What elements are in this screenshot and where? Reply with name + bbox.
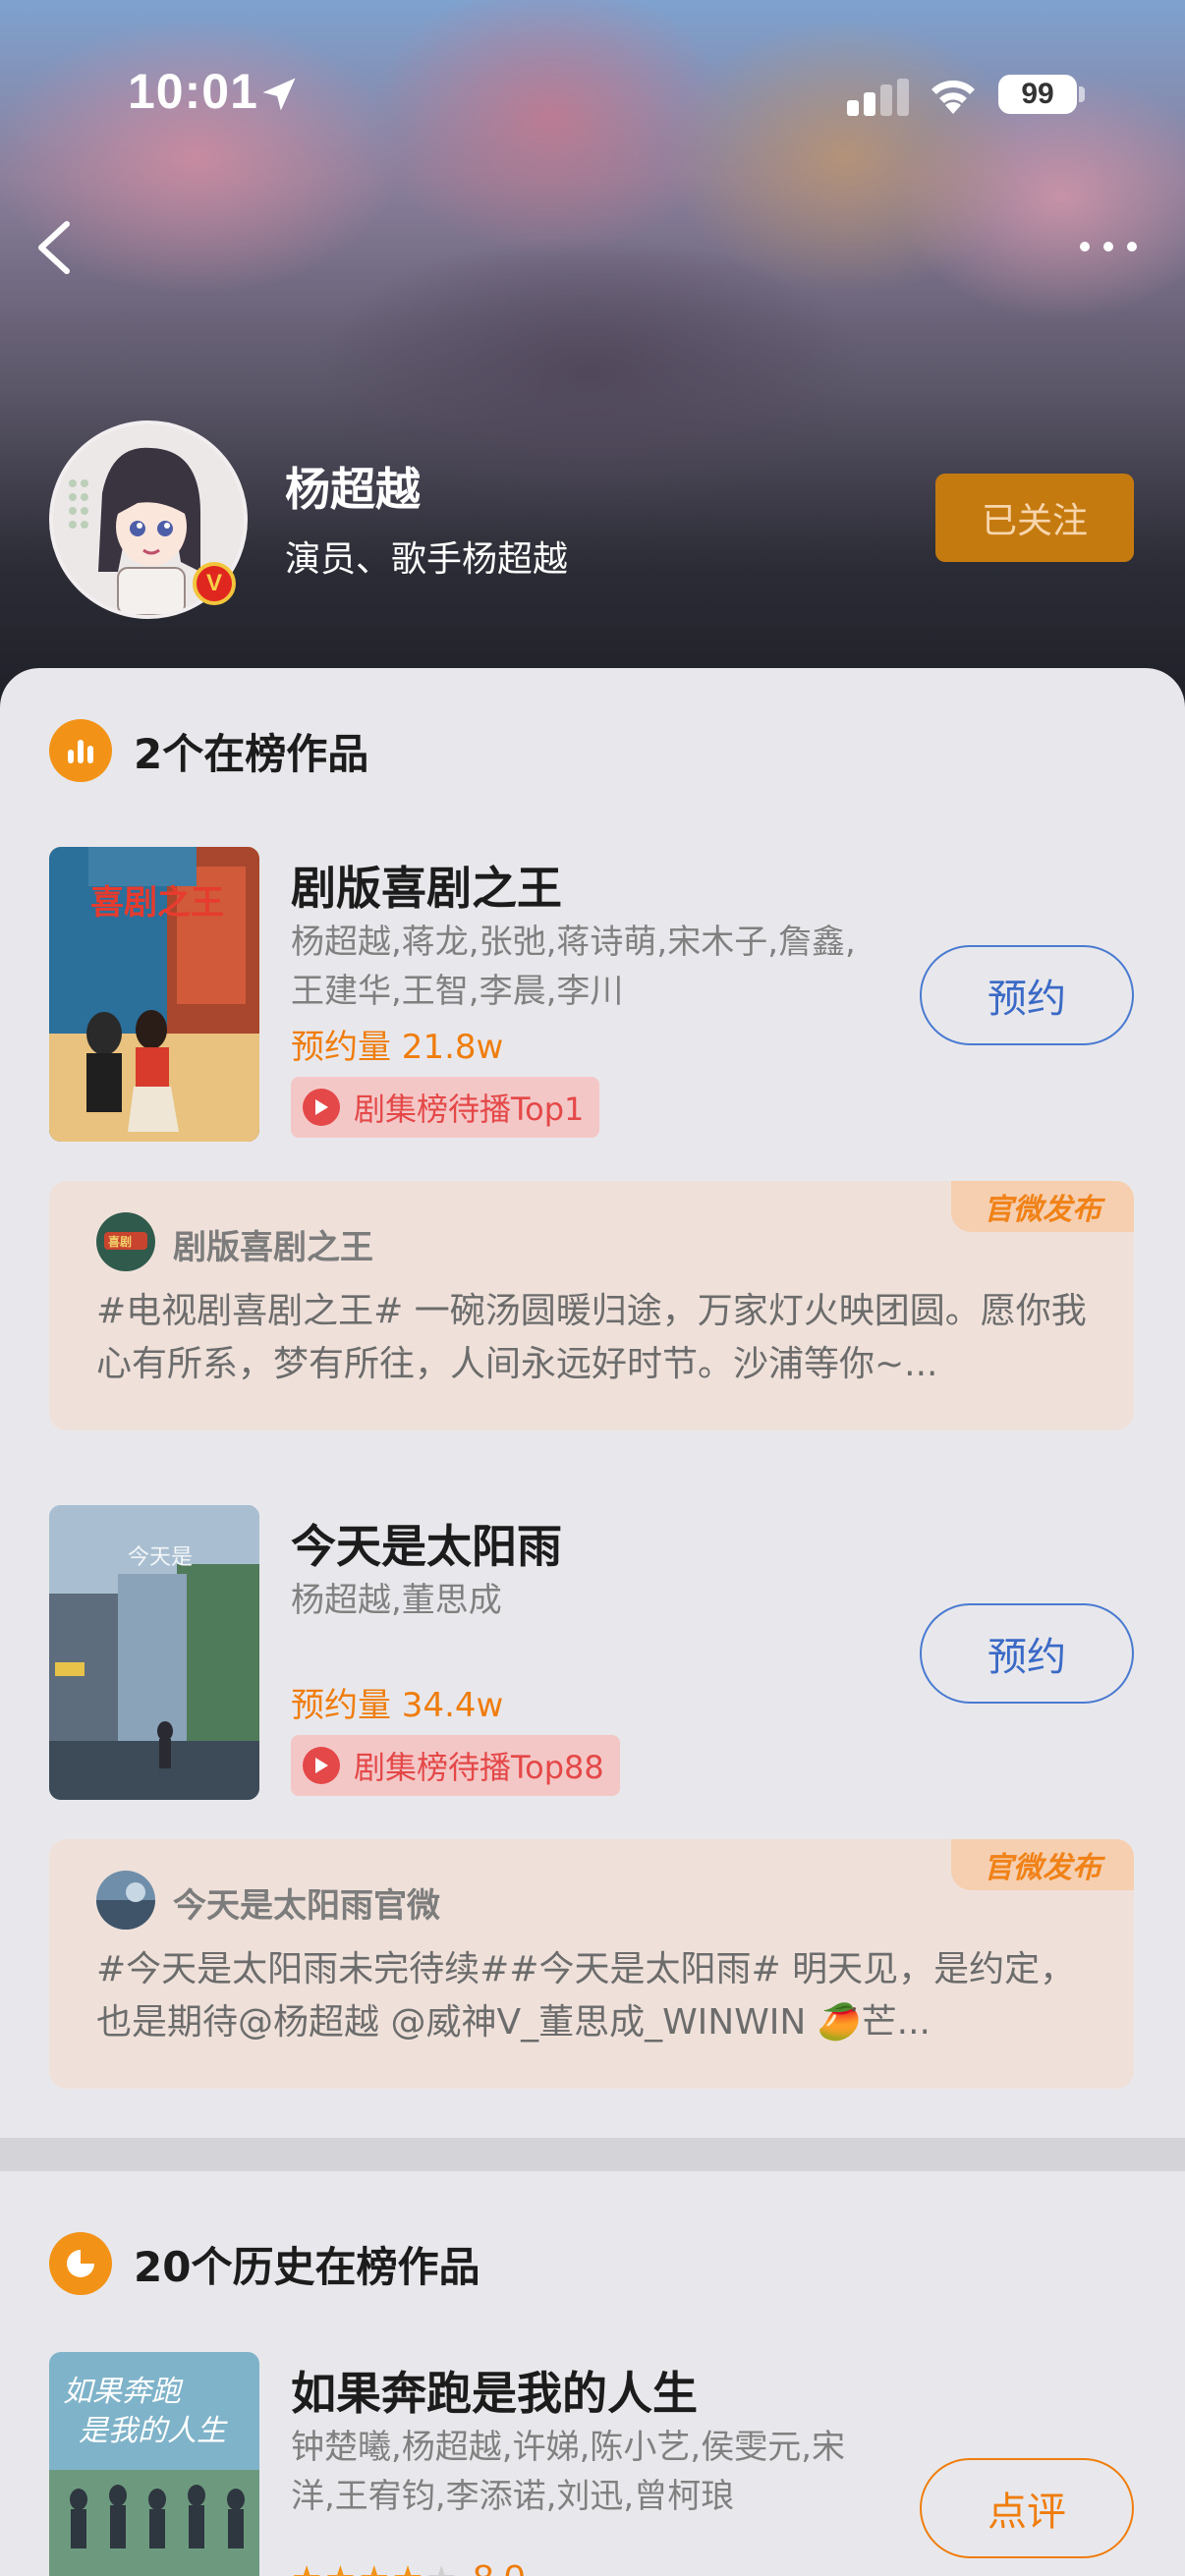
- reserve-button[interactable]: 预约: [920, 945, 1134, 1045]
- svg-text:如果奔跑: 如果奔跑: [63, 2375, 184, 2409]
- rating-score: 8.0: [473, 2558, 525, 2576]
- work-cast: 杨超越,董思成: [291, 1581, 502, 1620]
- reserve-button[interactable]: 预约: [920, 1603, 1134, 1704]
- section-title: 20个历史在榜作品: [134, 2242, 480, 2291]
- star-icon: ★: [324, 2561, 356, 2576]
- poster-image[interactable]: 今天是: [49, 1505, 259, 1800]
- profile-name: 杨超越: [285, 463, 421, 516]
- rank-label: 剧集榜待播Top88: [354, 1749, 604, 1786]
- play-icon: [303, 1747, 340, 1784]
- star-icon: ★: [392, 2561, 423, 2576]
- status-time: 10:01: [128, 64, 258, 119]
- star-empty-icon: ★: [425, 2561, 457, 2576]
- weibo-account-name: 今天是太阳雨官微: [173, 1886, 440, 1926]
- poster-image[interactable]: 如果奔跑 是我的人生: [49, 2352, 259, 2576]
- section-header-on-chart: 2个在榜作品: [49, 719, 368, 782]
- star-icon: ★: [359, 2561, 390, 2576]
- work-title: 如果奔跑是我的人生: [291, 2367, 698, 2420]
- history-section: 20个历史在榜作品 如果奔跑 是我的人生 如果奔跑是我的人生 钟楚曦,杨超越,许…: [0, 2171, 1185, 2576]
- clock-icon: [49, 2232, 112, 2295]
- rank-badge[interactable]: 剧集榜待播Top1: [291, 1077, 600, 1138]
- section-divider: [0, 2138, 1185, 2171]
- bar-chart-icon: [49, 719, 112, 782]
- weibo-post-text: #电视剧喜剧之王# 一碗汤圆暖归途，万家灯火映团圆。愿你我心有所系，梦有所往，人…: [96, 1291, 1087, 1384]
- more-options-icon[interactable]: [1077, 232, 1140, 261]
- on-chart-section: 2个在榜作品 喜剧之王 剧版喜剧之王 杨超越,蒋龙,张弛,蒋诗萌,宋木子,詹鑫,…: [0, 668, 1185, 2142]
- battery-indicator: 99: [998, 75, 1077, 114]
- rating-stars: ★ ★ ★ ★ ★ 8.0: [291, 2558, 525, 2576]
- star-icon: ★: [291, 2561, 322, 2576]
- official-weibo-card[interactable]: 官微发布 喜剧 剧版喜剧之王 #电视剧喜剧之王# 一碗汤圆暖归途，万家灯火映团圆…: [49, 1181, 1134, 1430]
- back-arrow-icon[interactable]: [29, 216, 79, 279]
- verified-badge-icon: V: [193, 562, 236, 605]
- poster-image[interactable]: 喜剧之王: [49, 847, 259, 1142]
- battery-tip: [1079, 86, 1085, 102]
- follow-button[interactable]: 已关注: [935, 474, 1134, 562]
- review-button[interactable]: 点评: [920, 2458, 1134, 2558]
- play-icon: [303, 1089, 340, 1126]
- svg-text:喜剧: 喜剧: [108, 1234, 132, 1249]
- work-cast: 钟楚曦,杨超越,许娣,陈小艺,侯雯元,宋洋,王宥钧,李添诺,刘迅,曾柯琅: [291, 2428, 846, 2516]
- official-weibo-card[interactable]: 官微发布 今天是太阳雨官微 #今天是太阳雨未完待续##今天是太阳雨# 明天见，是…: [49, 1839, 1134, 2089]
- weibo-account-name: 剧版喜剧之王: [173, 1228, 373, 1267]
- weibo-avatar: [96, 1871, 155, 1930]
- section-header-history: 20个历史在榜作品: [49, 2232, 480, 2295]
- status-bar: 10:01 99: [0, 0, 1185, 187]
- cellular-signal-icon: [847, 79, 909, 116]
- reservation-count: 预约量 21.8w: [291, 1028, 504, 1067]
- reservation-count: 预约量 34.4w: [291, 1686, 504, 1725]
- work-item[interactable]: 如果奔跑 是我的人生 如果奔跑是我的人生 钟楚曦,杨超越,许娣,陈小艺,侯雯元,…: [0, 2352, 1185, 2576]
- profile-description: 演员、歌手杨超越: [285, 539, 569, 580]
- rank-badge[interactable]: 剧集榜待播Top88: [291, 1735, 620, 1796]
- section-title: 2个在榜作品: [134, 729, 369, 778]
- weibo-post-text: #今天是太阳雨未完待续##今天是太阳雨# 明天见，是约定，也是期待@杨超越 @威…: [96, 1949, 1076, 2043]
- official-post-tag: 官微发布: [951, 1839, 1134, 1890]
- svg-text:喜剧之王: 喜剧之王: [90, 883, 224, 923]
- location-arrow-icon: [262, 78, 296, 111]
- wifi-icon: [931, 80, 975, 114]
- work-cast: 杨超越,蒋龙,张弛,蒋诗萌,宋木子,詹鑫,王建华,王智,李晨,李川: [291, 923, 856, 1011]
- work-title: 今天是太阳雨: [291, 1520, 562, 1573]
- work-item[interactable]: 今天是 今天是太阳雨 杨超越,董思成 预约量 34.4w 剧集榜待播Top88 …: [0, 1505, 1185, 1800]
- svg-text:是我的人生: 是我的人生: [79, 2414, 228, 2448]
- rank-label: 剧集榜待播Top1: [354, 1091, 585, 1128]
- work-title: 剧版喜剧之王: [291, 862, 562, 915]
- work-item[interactable]: 喜剧之王 剧版喜剧之王 杨超越,蒋龙,张弛,蒋诗萌,宋木子,詹鑫,王建华,王智,…: [0, 847, 1185, 1142]
- weibo-avatar: 喜剧: [96, 1212, 155, 1271]
- official-post-tag: 官微发布: [951, 1181, 1134, 1232]
- svg-text:今天是: 今天是: [128, 1545, 193, 1570]
